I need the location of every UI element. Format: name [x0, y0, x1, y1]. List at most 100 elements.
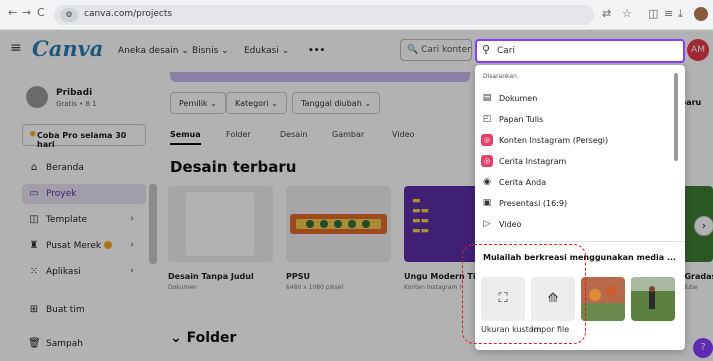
video-icon: ▷	[483, 219, 491, 229]
profile-avatar[interactable]	[26, 86, 48, 108]
pro-badge-icon	[104, 241, 113, 249]
crown-icon: ✹	[29, 130, 37, 140]
tab-folder[interactable]: Folder	[226, 130, 251, 139]
tab-designs[interactable]: Desain	[280, 130, 307, 139]
suggestion-item[interactable]: ▷ Video	[481, 215, 671, 235]
profile-name[interactable]: Pribadi	[56, 88, 92, 98]
translate-icon[interactable]: ⇄	[602, 7, 611, 20]
nav-designs[interactable]: Aneka desain ⌄	[118, 46, 189, 56]
sidebar-item-label: Template	[46, 215, 88, 225]
sidebar-item-home[interactable]: ⌂ Beranda	[22, 158, 146, 178]
sidebar-item-label: Pusat Merek	[46, 241, 102, 251]
search-placeholder: Cari	[497, 46, 515, 56]
suggestion-item[interactable]: ◰ Papan Tulis	[481, 110, 671, 130]
site-settings-icon[interactable]: ⚙	[60, 8, 78, 22]
download-icon[interactable]: ⤓	[678, 7, 683, 21]
design-type: Konten Instagram (	[404, 284, 462, 291]
design-card[interactable]	[286, 186, 391, 262]
profile-icon[interactable]	[694, 7, 708, 21]
suggestion-label: Cerita Anda	[499, 178, 547, 187]
star-icon[interactable]: ☆	[622, 7, 632, 20]
sidebar-item-create-team[interactable]: ⊞ Buat tim	[22, 300, 146, 320]
tab-video[interactable]: Video	[392, 130, 414, 139]
sidebar-item-brand[interactable]: ♜ Pusat Merek ›	[22, 236, 146, 256]
sidebar-item-label: Sampah	[46, 339, 83, 349]
media-thumbnail[interactable]	[631, 277, 675, 321]
folder-section-title[interactable]: ⌄ Folder	[170, 330, 236, 346]
dropdown-scrollbar[interactable]	[674, 73, 678, 161]
design-title[interactable]: PPSU	[286, 272, 310, 281]
tab-images[interactable]: Gambar	[332, 130, 364, 139]
help-button[interactable]: ?	[693, 338, 713, 358]
suggestion-item[interactable]: ◎ Cerita Instagram	[481, 152, 671, 172]
dropdown-divider	[475, 241, 685, 242]
carousel-next-button[interactable]: ›	[694, 216, 713, 236]
canva-logo[interactable]: Canva	[32, 36, 103, 61]
home-icon: ⌂	[30, 162, 38, 173]
sidebar-item-apps[interactable]: ⁙ Aplikasi ›	[22, 262, 146, 282]
chevron-right-icon: ›	[130, 214, 134, 224]
profile-plan: Gratis • 8 1	[56, 100, 97, 108]
try-pro-label: Coba Pro selama 30 hari	[37, 131, 127, 149]
browser-toolbar: ← → C ⚙ canva.com/projects ⇄ ☆ ◫ ≡ ⤓	[0, 0, 713, 30]
filter-date-modified[interactable]: Tanggal diubah ⌄	[292, 92, 381, 114]
address-bar[interactable]: ⚙ canva.com/projects	[54, 5, 594, 25]
sidebar-item-brand-text: Pusat Merek	[46, 241, 113, 251]
sidebar-item-label: Buat tim	[46, 305, 85, 315]
whiteboard-icon: ◰	[482, 114, 492, 124]
avatar[interactable]: AM	[687, 39, 709, 61]
address-url: canva.com/projects	[84, 9, 173, 19]
nav-business-label: Bisnis	[192, 46, 219, 56]
tab-all[interactable]: Semua	[170, 130, 201, 145]
suggestion-item[interactable]: ▣ Presentasi (16:9)	[481, 194, 671, 214]
instagram-icon: ◎	[481, 155, 493, 167]
split-icon[interactable]: ≡	[664, 7, 673, 20]
section-title: Desain terbaru	[170, 158, 297, 176]
design-card[interactable]	[168, 186, 273, 262]
folder-title-label: Folder	[186, 330, 237, 346]
promo-banner	[170, 72, 470, 82]
filter-label: Kategori	[235, 99, 269, 108]
suggestion-item[interactable]: ◎ Konten Instagram (Persegi)	[481, 131, 671, 151]
sidebar: Pribadi Gratis • 8 1 ✹ Coba Pro selama 3…	[0, 72, 160, 361]
story-icon: ◉	[483, 177, 491, 187]
sidebar-item-projects[interactable]: ▭ Proyek	[22, 184, 146, 204]
sidebar-item-label: Proyek	[46, 189, 77, 199]
design-thumbnail	[290, 214, 387, 234]
back-icon[interactable]: ←	[8, 6, 17, 19]
design-title[interactable]: Desain Tanpa Judul	[168, 272, 254, 281]
filter-label: Tanggal diubah	[301, 99, 362, 108]
suggestion-label: Presentasi (16:9)	[499, 199, 568, 208]
more-icon[interactable]: •••	[308, 46, 325, 56]
filter-category[interactable]: Kategori ⌄	[226, 92, 287, 114]
sidebar-scrollbar[interactable]	[149, 184, 157, 264]
suggestion-label: Papan Tulis	[499, 115, 544, 124]
search-button-label: Cari konten	[421, 45, 472, 55]
filter-owner[interactable]: Pemilik ⌄	[170, 92, 226, 114]
menu-icon[interactable]: ≡	[10, 40, 22, 56]
instagram-icon: ◎	[481, 134, 493, 146]
sidebar-item-trash[interactable]: 🗑 Sampah	[22, 334, 146, 354]
photo-thumbnail	[631, 277, 675, 321]
extension-icon[interactable]: ◫	[648, 7, 658, 20]
search-input[interactable]: ⚲ Cari	[475, 39, 685, 63]
suggestion-item[interactable]: ◉ Cerita Anda	[481, 173, 671, 193]
nav-designs-label: Aneka desain	[118, 46, 179, 56]
design-type: 6480 x 1080 piksel	[286, 284, 344, 291]
search-button[interactable]: 🔍 Cari konten	[400, 39, 472, 61]
nav-education[interactable]: Edukasi ⌄	[244, 46, 289, 56]
try-pro-button[interactable]: ✹ Coba Pro selama 30 hari	[22, 124, 146, 149]
presentation-icon: ▣	[482, 198, 492, 208]
sidebar-item-label: Beranda	[46, 163, 84, 173]
chevron-right-icon: ›	[130, 240, 134, 250]
sidebar-item-templates[interactable]: ◫ Template ›	[22, 210, 146, 230]
folder-icon: ▭	[29, 188, 39, 199]
suggestion-item[interactable]: ▤ Dokumen	[481, 89, 671, 109]
suggestion-label: Dokumen	[499, 94, 538, 103]
reload-icon[interactable]: C	[37, 6, 45, 19]
media-thumbnail[interactable]	[581, 277, 625, 321]
forward-icon[interactable]: →	[22, 6, 31, 19]
highlight-annotation	[462, 244, 586, 344]
nav-education-label: Edukasi	[244, 46, 279, 56]
nav-business[interactable]: Bisnis ⌄	[192, 46, 229, 56]
